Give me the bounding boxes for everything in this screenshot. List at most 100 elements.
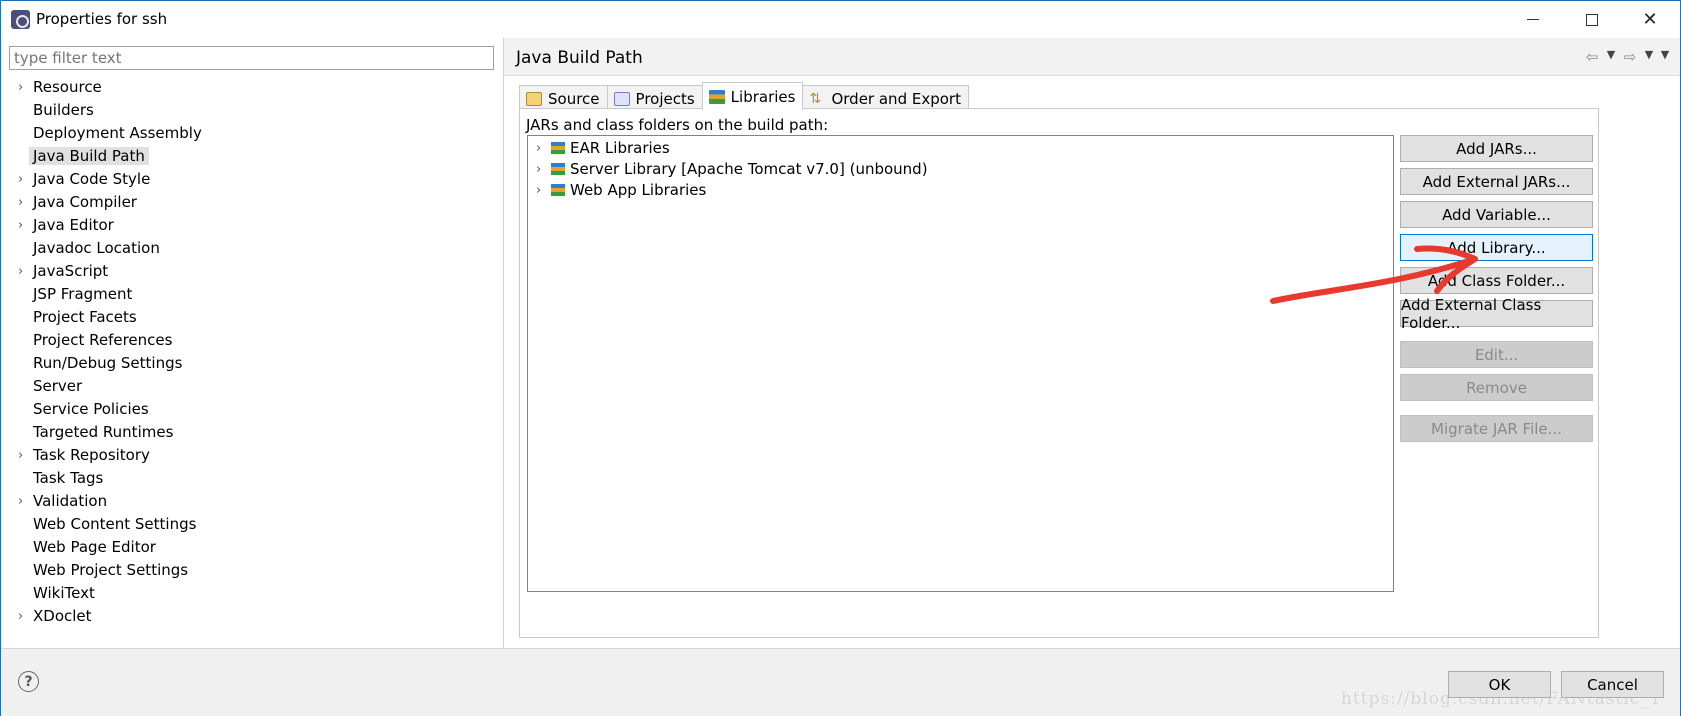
add-class-folder-button[interactable]: Add Class Folder... — [1400, 267, 1593, 294]
tree-item[interactable]: Web Page Editor — [2, 536, 502, 559]
tab-label: Order and Export — [831, 89, 961, 108]
library-item[interactable]: › Web App Libraries — [528, 180, 1393, 201]
filter-input[interactable] — [9, 46, 494, 70]
cancel-button[interactable]: Cancel — [1561, 671, 1664, 698]
eclipse-app-icon — [11, 10, 30, 29]
tab-label: Source — [548, 89, 600, 108]
tree-item[interactable]: Service Policies — [2, 398, 502, 421]
chevron-right-icon[interactable]: › — [18, 76, 23, 99]
tree-item[interactable]: › JavaScript — [2, 260, 502, 283]
add-external-jars-button[interactable]: Add External JARs... — [1400, 168, 1593, 195]
dialog-button-bar: ? https://blog.csdn.net/FANtastic_Y OK C… — [1, 648, 1680, 716]
library-icon — [551, 184, 565, 196]
tree-item[interactable]: Web Content Settings — [2, 513, 502, 536]
tree-item[interactable]: JSP Fragment — [2, 283, 502, 306]
chevron-right-icon[interactable]: › — [536, 159, 541, 180]
tree-item[interactable]: › Java Code Style — [2, 168, 502, 191]
tree-item-label: Validation — [33, 492, 108, 510]
tree-item[interactable]: › Java Compiler — [2, 191, 502, 214]
tree-item-label: Run/Debug Settings — [33, 354, 183, 372]
chevron-right-icon[interactable]: › — [18, 444, 23, 467]
tree-item[interactable]: › Task Repository — [2, 444, 502, 467]
ok-button[interactable]: OK — [1448, 671, 1551, 698]
tree-item-label: Java Editor — [33, 216, 114, 234]
tree-item-label: Builders — [33, 101, 94, 119]
tree-item-label: Web Page Editor — [33, 538, 156, 556]
library-item[interactable]: › EAR Libraries — [528, 138, 1393, 159]
chevron-right-icon[interactable]: › — [18, 191, 23, 214]
chevron-right-icon[interactable]: › — [18, 214, 23, 237]
tab-label: Libraries — [730, 87, 796, 106]
tree-item[interactable]: Web Project Settings — [2, 559, 502, 582]
minimize-icon — [1527, 19, 1539, 20]
library-icon — [708, 89, 725, 104]
migrate-jar-file-button: Migrate JAR File... — [1400, 415, 1593, 442]
tree-item[interactable]: Targeted Runtimes — [2, 421, 502, 444]
chevron-right-icon[interactable]: › — [18, 605, 23, 628]
tree-item-label: Java Build Path — [29, 147, 149, 165]
tree-item-label: Web Project Settings — [33, 561, 189, 579]
tree-item[interactable]: Javadoc Location — [2, 237, 502, 260]
tree-item-label: Targeted Runtimes — [33, 423, 174, 441]
forward-arrow-icon[interactable]: ⇨ — [1622, 48, 1638, 66]
tree-item[interactable]: WikiText — [2, 582, 502, 605]
tab-libraries[interactable]: Libraries — [701, 82, 804, 110]
tree-item-label: Deployment Assembly — [33, 124, 202, 142]
tree-item-label: Service Policies — [33, 400, 149, 418]
minimize-button[interactable] — [1504, 1, 1562, 38]
add-variable-button[interactable]: Add Variable... — [1400, 201, 1593, 228]
tree-item[interactable]: Project References — [2, 329, 502, 352]
library-list[interactable]: › EAR Libraries › Server Library [Apache To… — [527, 135, 1394, 592]
maximize-button[interactable] — [1563, 1, 1621, 38]
library-icon — [551, 163, 565, 175]
tree-item[interactable]: Builders — [2, 99, 502, 122]
tree-item[interactable]: › Validation — [2, 490, 502, 513]
tab-label: Projects — [635, 89, 695, 108]
chevron-right-icon[interactable]: › — [18, 260, 23, 283]
library-item-label: EAR Libraries — [570, 139, 670, 157]
chevron-right-icon[interactable]: › — [536, 180, 541, 201]
page-navigation: ⇦ ▼ ⇨ ▼ ▼ — [1584, 48, 1670, 66]
build-path-label: JARs and class folders on the build path… — [526, 116, 829, 134]
library-item-label: Server Library [Apache Tomcat v7.0] (unb… — [570, 160, 928, 178]
tree-item[interactable]: Run/Debug Settings — [2, 352, 502, 375]
tree-item-label: Project Facets — [33, 308, 137, 326]
add-library-button[interactable]: Add Library... — [1400, 234, 1593, 261]
chevron-right-icon[interactable]: › — [18, 168, 23, 191]
tree-item-label: Project References — [33, 331, 173, 349]
tree-item-label: Task Repository — [33, 446, 150, 464]
property-page-panel: Java Build Path ⇦ ▼ ⇨ ▼ ▼ Source Projects… — [504, 38, 1680, 648]
remove-button: Remove — [1400, 374, 1593, 401]
tree-item[interactable]: › XDoclet — [2, 605, 502, 628]
edit-button: Edit... — [1400, 341, 1593, 368]
back-menu-chevron-icon[interactable]: ▼ — [1606, 48, 1616, 66]
forward-menu-chevron-icon[interactable]: ▼ — [1644, 48, 1654, 66]
tree-item[interactable]: Project Facets — [2, 306, 502, 329]
view-menu-chevron-icon[interactable]: ▼ — [1660, 48, 1670, 66]
close-icon: ✕ — [1642, 9, 1658, 30]
tree-item-label: Task Tags — [33, 469, 104, 487]
chevron-right-icon[interactable]: › — [18, 490, 23, 513]
page-title: Java Build Path — [516, 48, 643, 68]
window-title: Properties for ssh — [36, 10, 168, 28]
title-bar: Properties for ssh ✕ — [1, 1, 1680, 38]
tree-item[interactable]: Server — [2, 375, 502, 398]
back-arrow-icon[interactable]: ⇦ — [1584, 48, 1600, 66]
tree-item[interactable]: Task Tags — [2, 467, 502, 490]
tree-item[interactable]: Deployment Assembly — [2, 122, 502, 145]
add-jars-button[interactable]: Add JARs... — [1400, 135, 1593, 162]
add-external-class-folder-button[interactable]: Add External Class Folder... — [1400, 296, 1593, 332]
library-item[interactable]: › Server Library [Apache Tomcat v7.0] (un… — [528, 159, 1393, 180]
maximize-icon — [1586, 13, 1598, 26]
chevron-right-icon[interactable]: › — [536, 138, 541, 159]
tree-item-label: Javadoc Location — [33, 239, 160, 257]
tree-item[interactable]: › Resource — [2, 76, 502, 99]
tree-item[interactable]: Java Build Path — [2, 145, 502, 168]
help-icon[interactable]: ? — [18, 671, 39, 692]
tree-item-label: Java Code Style — [33, 170, 151, 188]
order-export-icon: ⇅ — [809, 90, 822, 107]
tree-item-label: Server — [33, 377, 83, 395]
close-button[interactable]: ✕ — [1621, 1, 1679, 38]
tree-item[interactable]: › Java Editor — [2, 214, 502, 237]
page-header: Java Build Path ⇦ ▼ ⇨ ▼ ▼ — [504, 38, 1680, 76]
